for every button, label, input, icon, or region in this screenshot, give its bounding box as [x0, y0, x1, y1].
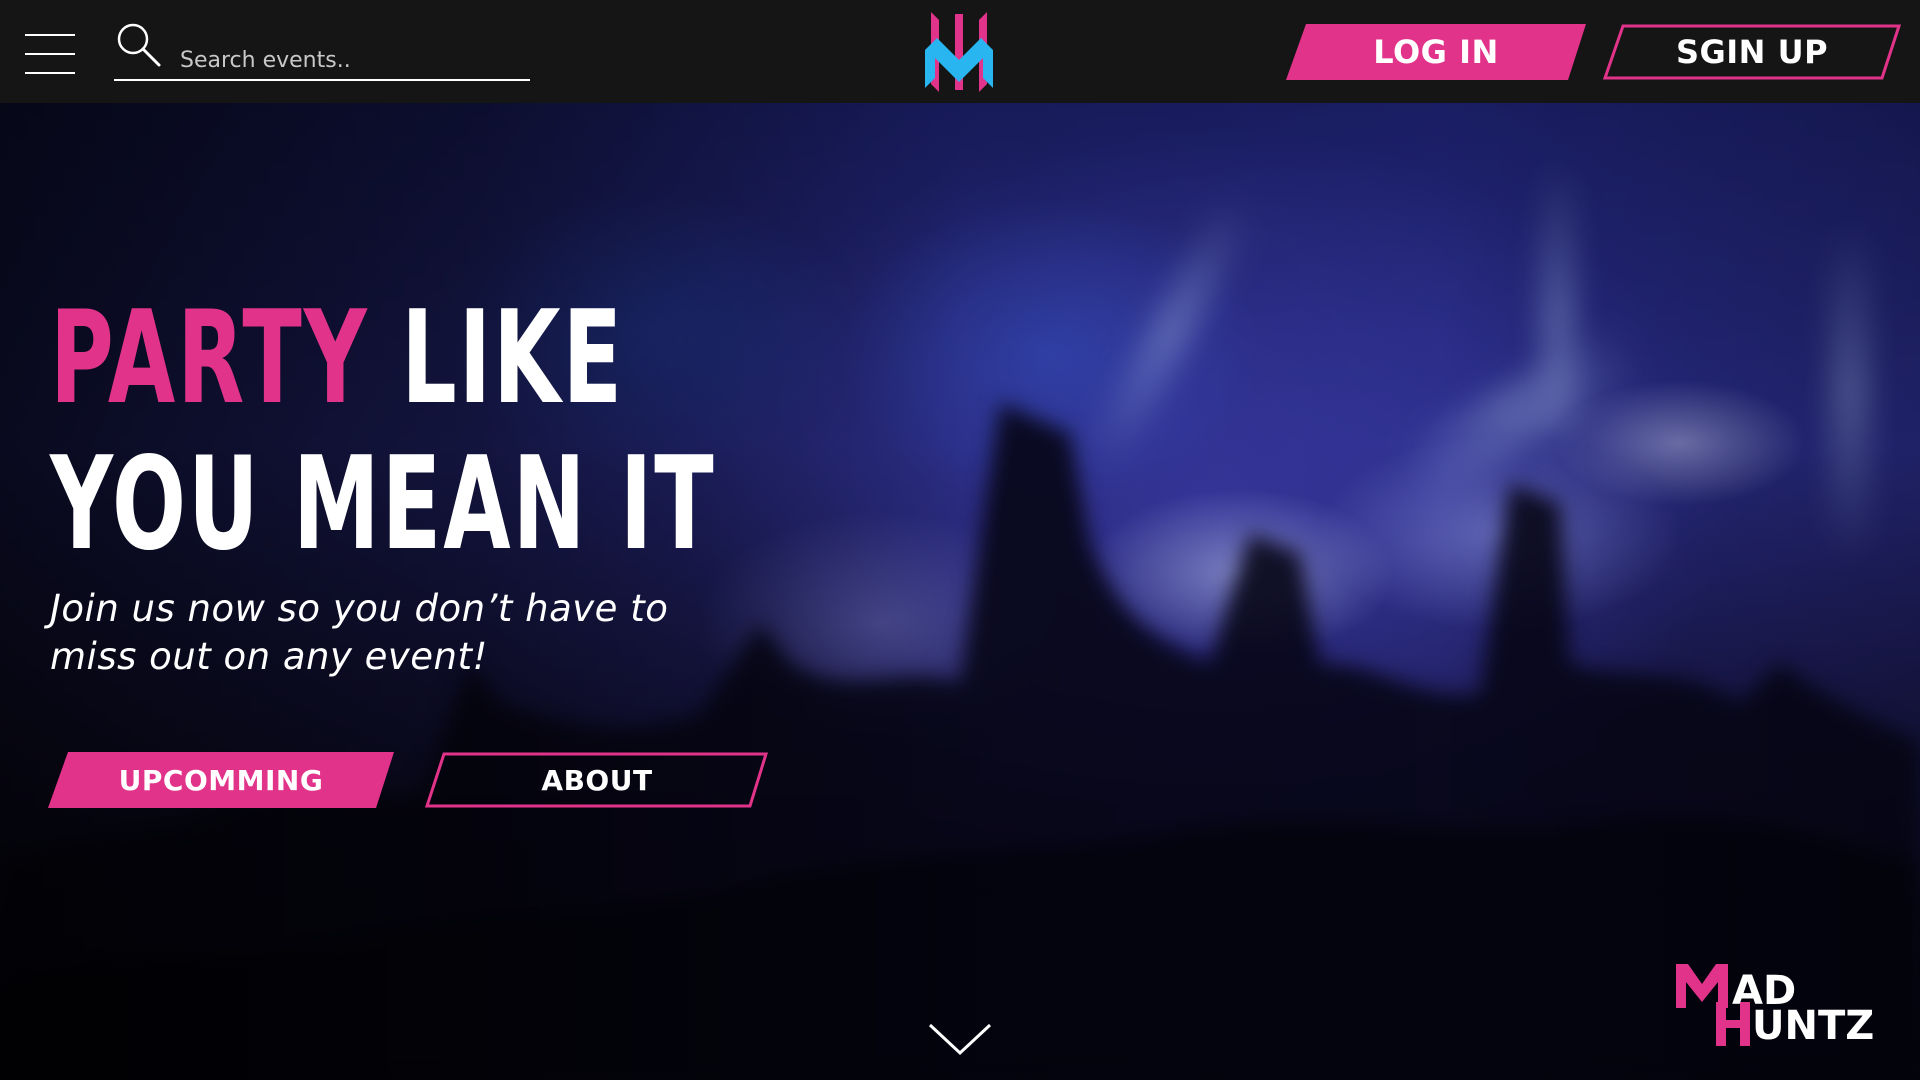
about-button-label: ABOUT [541, 763, 653, 797]
search-icon[interactable] [114, 20, 162, 68]
login-button-label: LOG IN [1373, 33, 1499, 71]
brand-logo-text-bottom: UNTZ [1752, 1003, 1874, 1046]
headline-line-1: PARTY LIKE [50, 284, 622, 433]
headline-accent-word: PARTY [50, 284, 369, 433]
hero-headline: PARTY LIKE YOU MEAN IT [50, 284, 716, 579]
upcoming-button-label: UPCOMMING [118, 763, 324, 797]
login-button[interactable]: LOG IN [1286, 24, 1586, 80]
signup-button-label: SGIN UP [1675, 33, 1829, 71]
top-navigation-bar: LOG IN SGIN UP [0, 0, 1920, 103]
headline-word: LIKE [368, 284, 625, 433]
menu-line [25, 34, 75, 36]
logo-mark[interactable] [925, 12, 993, 92]
search-input[interactable] [180, 44, 520, 76]
hamburger-menu-icon[interactable] [25, 34, 75, 74]
about-button[interactable]: ABOUT [424, 752, 770, 808]
hero-subtitle: Join us now so you don’t have to miss ou… [50, 585, 750, 681]
search-bar [114, 20, 530, 81]
menu-line [25, 53, 75, 55]
upcoming-button[interactable]: UPCOMMING [48, 752, 394, 808]
chevron-down-icon[interactable] [928, 1022, 992, 1056]
subtitle-line-2: miss out on any event! [50, 635, 488, 678]
menu-line [25, 72, 75, 74]
subtitle-line-1: Join us now so you don’t have to [50, 587, 669, 630]
headline-line-2: YOU MEAN IT [50, 430, 716, 579]
signup-button[interactable]: SGIN UP [1602, 24, 1902, 80]
brand-logo[interactable]: AD UNTZ [1676, 962, 1876, 1046]
